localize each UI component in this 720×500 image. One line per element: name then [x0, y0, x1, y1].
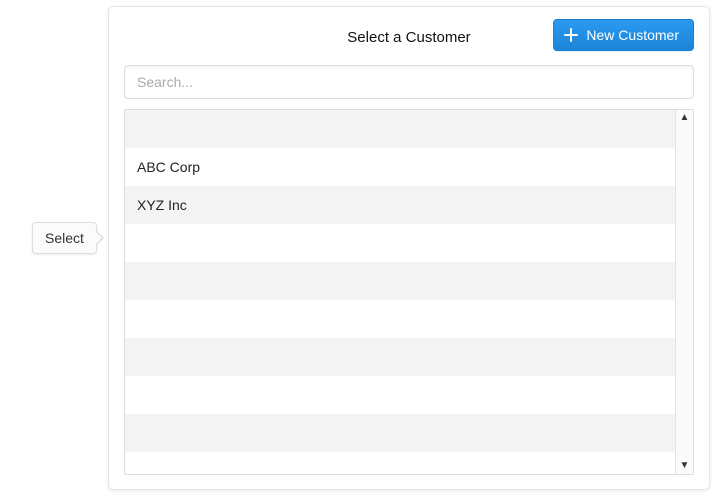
- scroll-up-icon[interactable]: ▲: [680, 113, 690, 123]
- plus-icon: [564, 28, 578, 42]
- list-item[interactable]: [125, 300, 675, 338]
- list-item[interactable]: [125, 110, 675, 148]
- list-item[interactable]: [125, 224, 675, 262]
- list-item[interactable]: [125, 376, 675, 414]
- list-item[interactable]: [125, 452, 675, 474]
- list-item[interactable]: [125, 338, 675, 376]
- list-item[interactable]: [125, 262, 675, 300]
- customer-list: ABC Corp XYZ Inc ▲ ▼: [124, 109, 694, 475]
- search-input[interactable]: [124, 65, 694, 99]
- customer-list-rows: ABC Corp XYZ Inc: [125, 110, 675, 474]
- list-item-label: ABC Corp: [137, 159, 200, 175]
- select-tooltip-label: Select: [45, 230, 84, 246]
- scroll-down-icon[interactable]: ▼: [680, 461, 690, 471]
- panel-title: Select a Customer: [347, 29, 470, 46]
- list-item[interactable]: ABC Corp: [125, 148, 675, 186]
- list-item-label: XYZ Inc: [137, 197, 187, 213]
- customer-picker-panel: Select a Customer New Customer ABC Corp …: [108, 6, 710, 490]
- select-tooltip[interactable]: Select: [32, 222, 97, 254]
- new-customer-button-label: New Customer: [586, 27, 679, 43]
- new-customer-button[interactable]: New Customer: [553, 19, 694, 51]
- list-item[interactable]: [125, 414, 675, 452]
- list-item[interactable]: XYZ Inc: [125, 186, 675, 224]
- scrollbar[interactable]: ▲ ▼: [675, 110, 693, 474]
- panel-header: Select a Customer New Customer: [124, 19, 694, 55]
- search-container: [124, 65, 694, 99]
